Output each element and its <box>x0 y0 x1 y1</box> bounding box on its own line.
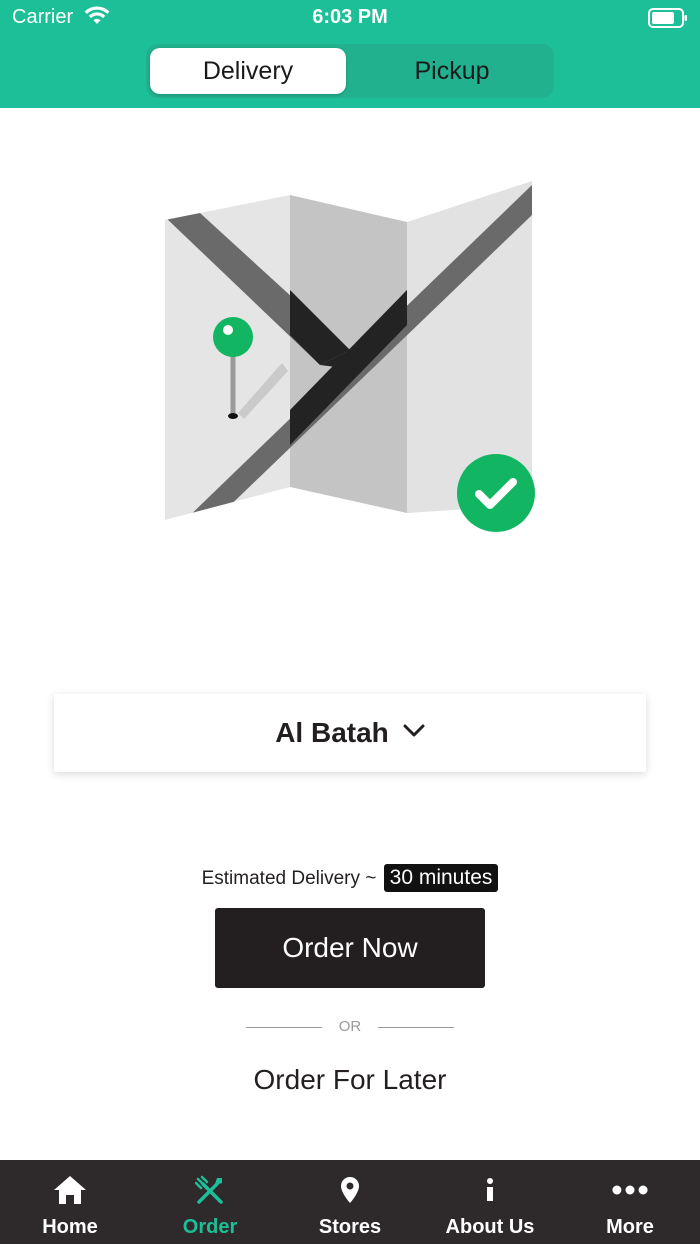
tab-home[interactable]: Home <box>0 1160 140 1244</box>
tab-label-home: Home <box>42 1216 98 1238</box>
tab-bar: Home Order Stores About Us More <box>0 1160 700 1244</box>
divider-line-right <box>378 1027 454 1028</box>
map-illustration <box>160 175 540 535</box>
tab-more[interactable]: More <box>560 1160 700 1244</box>
order-now-button[interactable]: Order Now <box>215 908 485 988</box>
battery-icon <box>648 8 688 33</box>
home-icon <box>52 1174 88 1206</box>
estimate-badge: 30 minutes <box>383 864 499 892</box>
delivery-tab[interactable]: Delivery <box>150 48 346 94</box>
info-icon <box>472 1174 508 1206</box>
pickup-tab[interactable]: Pickup <box>354 48 550 94</box>
tab-label-order: Order <box>182 1216 238 1238</box>
tab-order[interactable]: Order <box>140 1160 280 1244</box>
header: Carrier 6:03 PM Delivery Pickup <box>0 0 700 108</box>
or-divider: OR <box>246 1018 454 1038</box>
fork-knife-icon <box>192 1174 228 1206</box>
chevron-down-icon <box>403 724 425 743</box>
more-dots-icon <box>612 1174 648 1206</box>
tab-label-stores: Stores <box>318 1216 382 1238</box>
status-bar: Carrier 6:03 PM <box>0 0 700 36</box>
tab-stores[interactable]: Stores <box>280 1160 420 1244</box>
check-badge-icon <box>456 453 536 533</box>
tab-label-more: More <box>606 1216 654 1238</box>
clock: 6:03 PM <box>312 6 388 28</box>
delivery-pickup-switch: Delivery Pickup <box>146 44 554 98</box>
location-pin-icon <box>332 1174 368 1206</box>
tab-label-about-us: About Us <box>445 1216 535 1238</box>
estimated-delivery: Estimated Delivery ~ 30 minutes <box>0 864 700 892</box>
location-selector[interactable]: Al Batah <box>54 694 646 772</box>
estimate-prefix: Estimated Delivery ~ <box>201 868 377 889</box>
order-for-later-button[interactable]: Order For Later <box>0 1064 700 1096</box>
location-name: Al Batah <box>275 717 389 748</box>
tab-about-us[interactable]: About Us <box>420 1160 560 1244</box>
